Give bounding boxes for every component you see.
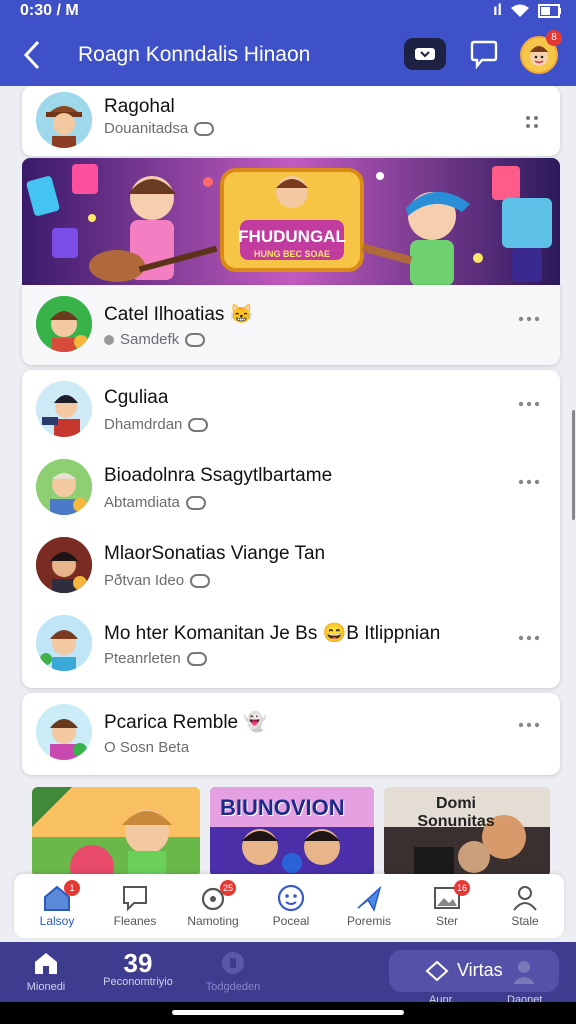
chat-name: Bioadolnra Ssagytlbartame (104, 465, 333, 486)
nav-count[interactable]: 39 Peconomtriyio (100, 950, 176, 1000)
list-item[interactable]: MlaorSonatias Viange Tan Pðtvan Ideo (22, 526, 560, 604)
bottom-navigation: Mionedi 39 Peconomtriyio Todgdeden Virta… (0, 942, 576, 1006)
notification-badge: 8 (546, 30, 562, 46)
tile-title: Domi Sonunitas (417, 795, 495, 830)
list-item[interactable]: Bioadolnra Ssagytlbartame Abtamdiata (22, 448, 560, 526)
avatar (36, 537, 92, 593)
profile-avatar-button[interactable]: 8 (520, 30, 562, 74)
loop-icon (188, 417, 209, 432)
tab-poceal[interactable]: Poceal (252, 880, 330, 936)
chat-subtitle: Samdefk (104, 331, 206, 348)
promo-banner[interactable]: FHUDUNGAL HUNG BEC SOAE (22, 158, 560, 286)
status-dot-icon (104, 334, 114, 345)
chat-card[interactable]: Pcarica Remble 👻 O Sosn Beta (22, 693, 560, 775)
chat-subtitle: Pteanrleten (104, 650, 207, 667)
chat-subtitle: Pðtvan Ideo (104, 572, 211, 589)
chat-list-card: Cguliaa Dhamdrdan Bioadolnra Ssagytlbart… (22, 370, 560, 688)
chat-bubble-icon[interactable] (468, 38, 500, 70)
more-options-icon[interactable] (518, 400, 540, 408)
avatar (36, 296, 92, 352)
media-tiles: BIUNOVION Domi Sonunitas (32, 787, 552, 877)
nav-count-value: 39 (123, 948, 153, 978)
person-icon (513, 886, 537, 911)
banner-subtitle: HUNG BEC SOAE (254, 249, 330, 259)
chat-name: Ragohal (104, 96, 175, 117)
chat-subtitle: Dhamdrdan (104, 416, 209, 433)
chat-name: Cguliaa (104, 387, 169, 408)
app-bar: Roagn Konndalis Hinaon 8 (0, 22, 576, 86)
scrollbar[interactable] (572, 410, 575, 520)
loop-icon (185, 332, 206, 347)
home-icon (35, 953, 57, 974)
nav-third[interactable]: Todgdeden (196, 950, 270, 1000)
loop-icon (190, 573, 211, 588)
tab-ster[interactable]: 16 Ster (408, 880, 486, 936)
tab-fleanes[interactable]: Fleanes (96, 880, 174, 936)
list-item[interactable]: Cguliaa Dhamdrdan (22, 370, 560, 448)
tab-badge: 16 (454, 880, 470, 896)
chat-subtitle: O Sosn Beta (104, 739, 190, 756)
chat-name: Pcarica Remble 👻 (104, 712, 268, 733)
chat-name: Mo hter Komanitan Je Bs 😄B Itlippnian (104, 623, 441, 644)
tile-title: BIUNOVION (220, 795, 345, 820)
tab-badge: 1 (64, 880, 80, 896)
list-item[interactable]: Mo hter Komanitan Je Bs 😄B Itlippnian Pt… (22, 604, 560, 682)
avatar (36, 459, 92, 515)
chat-name: MlaorSonatias Viange Tan (104, 543, 326, 564)
chat-name: Catel Ilhoatias 😸 (104, 304, 254, 325)
virtas-label: Virtas (457, 960, 503, 980)
status-time: 0:30 / M (20, 2, 79, 19)
tab-poremis[interactable]: Poremis (330, 880, 408, 936)
more-options-icon[interactable] (518, 315, 540, 323)
more-options-icon[interactable] (518, 634, 540, 642)
chat-subtitle: Abtamdiata (104, 494, 206, 511)
avatar (36, 704, 92, 760)
media-tile[interactable]: BIUNOVION (210, 787, 374, 877)
tab-badge: 25 (220, 880, 236, 896)
loop-icon (194, 121, 215, 136)
circle-icon (222, 952, 244, 974)
message-icon (123, 886, 147, 912)
page-title: Roagn Konndalis Hinaon (78, 43, 311, 66)
avatar (36, 615, 92, 671)
battery-icon (538, 4, 561, 18)
diamond-icon (425, 960, 449, 982)
banner-title: FHUDUNGAL (238, 227, 346, 246)
loop-icon (186, 651, 207, 666)
chat-subtitle: Douanitadsa (104, 120, 215, 137)
video-call-button[interactable] (404, 38, 446, 70)
banner-illustration: FHUDUNGAL HUNG BEC SOAE (22, 158, 560, 286)
featured-chat-card[interactable]: Catel Ilhoatias 😸 Samdefk (22, 285, 560, 365)
virtas-button[interactable]: Virtas Aunr Daonet (389, 950, 559, 1006)
avatar (36, 92, 92, 148)
video-icon (415, 48, 435, 60)
more-options-icon[interactable] (518, 721, 540, 729)
face-icon (277, 884, 305, 912)
back-arrow-icon[interactable] (18, 38, 48, 72)
top-chat-card[interactable]: Ragohal Douanitadsa (22, 86, 560, 156)
media-tile[interactable] (32, 787, 200, 877)
tab-lalsoy[interactable]: 1 Lalsoy (18, 880, 96, 936)
grid-dots-icon[interactable] (524, 114, 540, 130)
status-bar: 0:30 / M ıl (0, 0, 576, 22)
more-options-icon[interactable] (518, 478, 540, 486)
media-tile[interactable]: Domi Sonunitas (384, 787, 550, 877)
nav-home[interactable]: Mionedi (14, 950, 78, 1000)
avatar (36, 381, 92, 437)
tab-stale[interactable]: Stale (486, 880, 564, 936)
home-indicator (0, 1002, 576, 1024)
loop-icon (185, 495, 206, 510)
wifi-icon (511, 4, 529, 17)
tab-namoting[interactable]: 25 Namoting (174, 880, 252, 936)
signal-icon: ıl (493, 2, 502, 19)
person-icon (513, 961, 535, 984)
send-icon (357, 885, 382, 912)
bottom-tab-bar: 1 Lalsoy Fleanes 25 Namoting Poceal Pore… (14, 874, 564, 938)
